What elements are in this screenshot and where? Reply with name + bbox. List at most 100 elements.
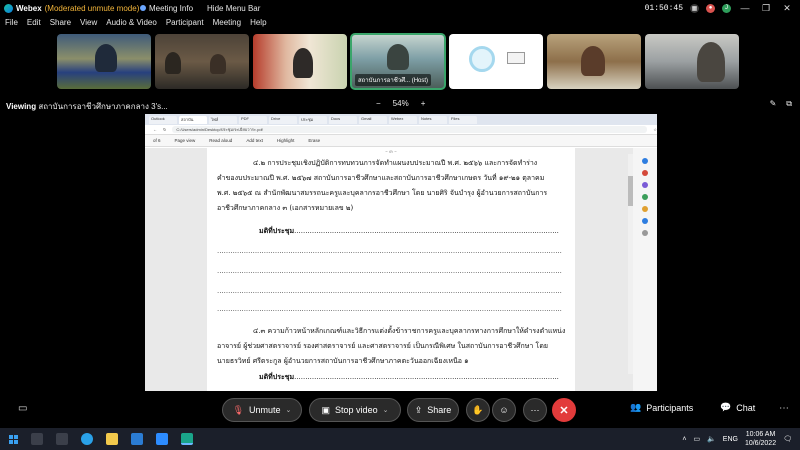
star-icon[interactable]: ☆ [653,127,657,132]
erase-button[interactable]: Erase [308,138,320,143]
stop-video-button[interactable]: ▣ Stop video ⌄ [309,398,401,422]
participant-tile[interactable] [155,34,249,89]
file-explorer-icon[interactable] [106,433,118,445]
participant-tile[interactable] [547,34,641,89]
close-icon[interactable]: ✕ [780,3,794,14]
shopping-icon[interactable] [642,170,648,176]
clock[interactable]: 10:06 AM 10/6/2022 [745,430,776,448]
menu-participant[interactable]: Participant [166,18,204,32]
webex-logo-icon [469,46,495,72]
notification-icon[interactable]: 🗨 [783,435,792,443]
browser-sidebar [633,148,657,391]
chevron-down-icon[interactable]: ⌄ [383,406,389,414]
search-icon[interactable] [31,433,43,445]
office-icon[interactable] [642,206,648,212]
captions-icon[interactable]: ▭ [18,403,27,414]
pdf-toolbar: of 6 Page view Read aloud Add text Highl… [145,135,657,147]
webex-taskbar-icon[interactable] [181,433,193,445]
annotate-icon[interactable]: ✎ [770,99,777,109]
language-indicator[interactable]: ENG [723,436,738,443]
leave-meeting-button[interactable]: ✕ [552,398,576,422]
shared-screen: Outlook สถาบัน ไฟล์ PDF Drive ประชุม Doc… [145,114,657,391]
browser-tab[interactable]: Notes [419,115,447,124]
popout-icon[interactable]: ⧉ [786,99,792,109]
browser-tab[interactable]: Drive [269,115,297,124]
back-icon[interactable]: ← [153,127,157,132]
share-button[interactable]: ⇪ Share [407,398,459,422]
mail-icon[interactable] [131,433,143,445]
chevron-up-icon[interactable]: ˄ [682,436,686,443]
edge-icon[interactable] [81,433,93,445]
blank-line: ........................................… [217,305,562,313]
network-icon[interactable]: ▭ [693,435,700,443]
hide-menu-bar-button[interactable]: Hide Menu Bar [207,4,260,13]
browser-tab[interactable]: Outlook [149,115,177,124]
participant-strip: สถาบันการอาชีวศึ... (Host) [57,33,739,90]
restore-icon[interactable]: ❐ [759,3,773,14]
unmute-button[interactable]: 🎙 Unmute ⌄ [222,398,302,422]
games-icon[interactable] [642,194,648,200]
menu-edit[interactable]: Edit [27,18,41,32]
browser-tab[interactable]: Files [449,115,477,124]
participant-tile[interactable] [253,34,347,89]
more-panels-icon[interactable]: ⋯ [779,403,789,414]
participants-label: Participants [646,402,694,413]
recording-icon[interactable]: ● [706,3,715,13]
webex-logo-icon [4,3,13,13]
participant-tile-host[interactable]: สถาบันการอาชีวศึ... (Host) [350,33,446,90]
chat-panel-button[interactable]: 💬 Chat [720,402,755,413]
tools-icon[interactable] [642,182,648,188]
title-bar: Webex (Moderated unmute mode) Meeting In… [0,0,800,16]
search-icon[interactable] [642,158,648,164]
page-number: – ๓ – [385,149,397,155]
add-icon[interactable] [642,230,648,236]
browser-tab[interactable]: Webex [389,115,417,124]
volume-icon[interactable]: 🔈 [707,435,716,443]
participant-tile[interactable] [449,34,543,89]
task-view-icon[interactable] [56,433,68,445]
clock-date: 10/6/2022 [744,440,777,447]
smiley-icon: ☺ [499,405,509,415]
layout-icon[interactable]: ▦ [690,3,699,13]
outlook-icon[interactable] [642,218,648,224]
raise-hand-button[interactable]: ✋ [466,398,490,422]
browser-tab[interactable]: PDF [239,115,267,124]
browser-tab[interactable]: ไฟล์ [209,115,237,124]
resolution-line: มติที่ประชุม............................… [259,373,559,381]
menu-share[interactable]: Share [50,18,71,32]
unmute-label: Unmute [249,405,281,415]
more-options-button[interactable]: ⋯ [523,398,547,422]
chevron-down-icon[interactable]: ⌄ [286,406,292,414]
clock-time: 10:06 AM [745,431,776,438]
browser-tab[interactable]: ประชุม [299,115,327,124]
menu-file[interactable]: File [5,18,18,32]
menu-help[interactable]: Help [250,18,266,32]
add-text-button[interactable]: Add text [246,138,263,143]
participant-tile[interactable] [57,34,151,89]
read-aloud-button[interactable]: Read aloud [209,138,232,143]
menu-view[interactable]: View [80,18,97,32]
browser-tab-active[interactable]: สถาบัน [179,115,207,124]
zoom-app-icon[interactable] [156,433,168,445]
viewing-bar: Viewing สถาบันการอาชีวศึกษาภาคกลาง 3's..… [0,99,800,113]
pdf-page: – ๓ – ๔.๒ การประชุมเชิงปฏิบัติการทบทวนกา… [207,148,575,391]
participants-panel-button[interactable]: 👥 Participants [630,402,693,413]
blank-line: ........................................… [217,247,562,255]
page-view-button[interactable]: Page view [175,138,196,143]
reactions-button[interactable]: ☺ [492,398,516,422]
url-field[interactable]: C:/Users/admin/Desktop/ประชุม/ระเบียบวาร… [172,126,648,133]
zoom-out-button[interactable]: − [376,99,381,108]
refresh-icon[interactable]: ↻ [163,127,166,132]
menu-meeting[interactable]: Meeting [213,18,241,32]
info-icon [140,5,146,11]
minimize-icon[interactable]: — [738,3,752,13]
menu-audio-video[interactable]: Audio & Video [106,18,157,32]
avatar[interactable]: J [722,3,731,13]
browser-tab[interactable]: Gmail [359,115,387,124]
browser-tab[interactable]: Docs [329,115,357,124]
meeting-info-button[interactable]: Meeting Info [140,4,193,13]
participant-tile[interactable] [645,34,739,89]
windows-start-icon[interactable] [9,434,18,444]
highlight-button[interactable]: Highlight [277,138,295,143]
zoom-in-button[interactable]: + [421,99,426,108]
